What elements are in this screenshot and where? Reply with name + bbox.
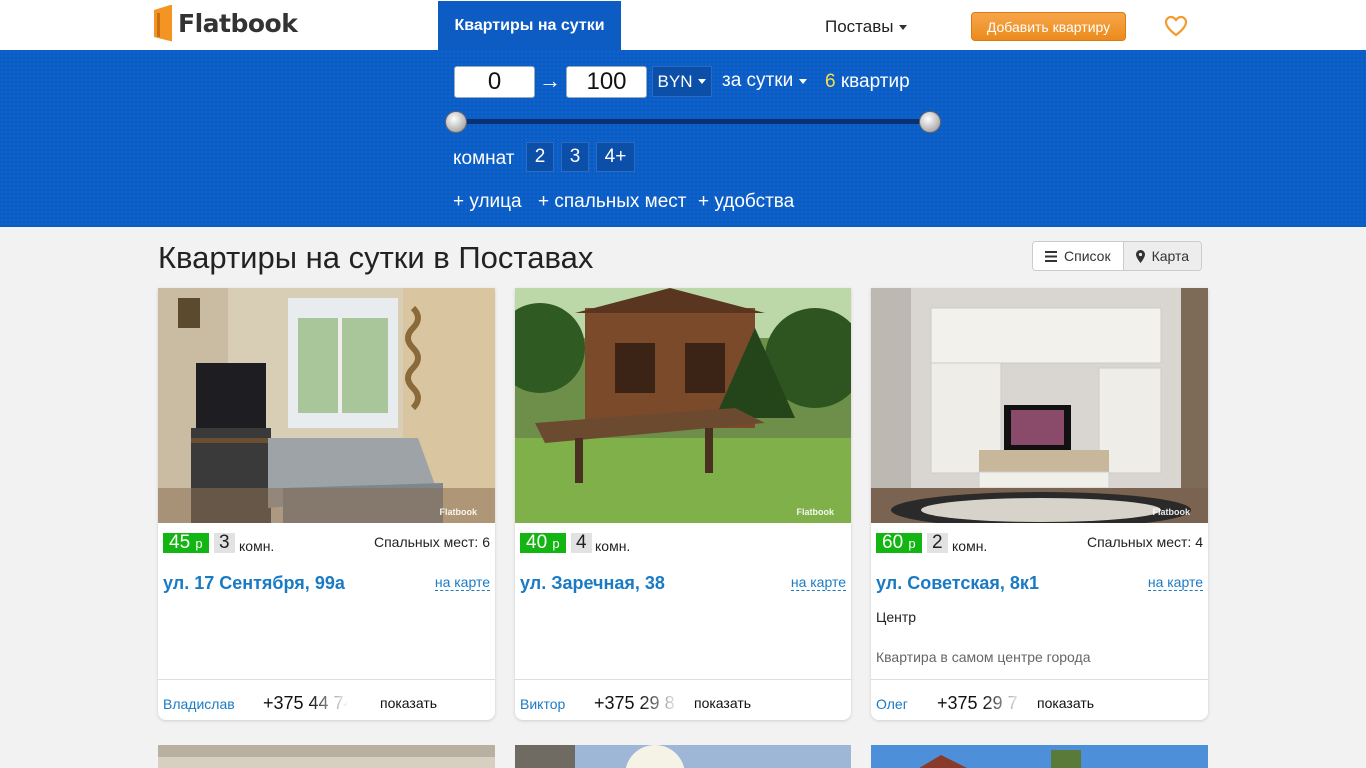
range-arrow: → bbox=[539, 68, 561, 93]
show-phone-button[interactable]: показать bbox=[1037, 695, 1094, 711]
show-on-map-link[interactable]: на карте bbox=[790, 574, 846, 591]
city-dropdown[interactable]: Поставы bbox=[825, 17, 908, 37]
listing-photo[interactable]: Flatbook bbox=[871, 288, 1208, 523]
price-value: 60 bbox=[882, 532, 904, 553]
top-bar: Flatbook Квартиры на сутки Поставы Добав… bbox=[0, 0, 1366, 50]
map-marker-icon bbox=[1135, 249, 1145, 263]
add-apartment-button[interactable]: Добавить квартиру bbox=[971, 12, 1126, 41]
results-count-number: 6 bbox=[825, 71, 836, 92]
listing-card[interactable]: Flatbook 40 р 4 комн. ул. Заречная, 38 н… bbox=[515, 288, 851, 720]
logo[interactable]: Flatbook bbox=[154, 4, 298, 42]
listing-card[interactable]: Flatbook 60 р 2 комн. Спальных мест: 4 у… bbox=[871, 288, 1208, 720]
view-toggle: Список Карта bbox=[1032, 241, 1203, 271]
price-currency: р bbox=[195, 536, 203, 551]
heart-icon[interactable] bbox=[1164, 15, 1188, 37]
show-on-map-link[interactable]: на карте bbox=[1147, 574, 1203, 591]
map-view-button[interactable]: Карта bbox=[1122, 242, 1202, 270]
show-phone-button[interactable]: показать bbox=[380, 695, 437, 711]
watermark: Flatbook bbox=[796, 507, 835, 517]
price-value: 40 bbox=[526, 532, 548, 553]
results-count-label: квартир bbox=[840, 71, 910, 92]
price-slider-fill bbox=[456, 119, 930, 124]
rooms-count: 4 bbox=[571, 533, 592, 553]
list-view-label: Список bbox=[1064, 248, 1111, 264]
listing-description: Квартира в самом центре города bbox=[876, 649, 1091, 665]
rooms-count: 3 bbox=[214, 533, 235, 553]
price-badge: 40 р bbox=[520, 533, 566, 553]
phone-number: +375 44 74 bbox=[263, 693, 348, 713]
rooms-unit: комн. bbox=[595, 538, 631, 554]
listing-photo[interactable]: Flatbook bbox=[158, 288, 495, 523]
results-count: 6 квартир bbox=[825, 71, 910, 93]
card-divider bbox=[871, 679, 1208, 680]
card-divider bbox=[158, 679, 495, 680]
period-dropdown[interactable]: за сутки bbox=[722, 70, 808, 92]
listing-address[interactable]: ул. 17 Сентября, 99а bbox=[163, 573, 345, 594]
door-logo-icon bbox=[154, 4, 172, 42]
chevron-down-icon bbox=[899, 24, 908, 30]
listing-card-partial[interactable] bbox=[871, 745, 1208, 768]
phone-number: +375 29 7 bbox=[937, 693, 1018, 713]
listing-card[interactable]: Flatbook 45 р 3 комн. Спальных мест: 6 у… bbox=[158, 288, 495, 720]
owner-name[interactable]: Олег bbox=[876, 696, 908, 712]
price-badge: 60 р bbox=[876, 533, 922, 553]
rooms-unit: комн. bbox=[239, 538, 275, 554]
owner-name[interactable]: Владислав bbox=[163, 696, 235, 712]
list-icon bbox=[1045, 250, 1057, 262]
show-on-map-link[interactable]: на карте bbox=[434, 574, 490, 591]
watermark: Flatbook bbox=[439, 507, 478, 517]
price-max-input[interactable]: 100 bbox=[566, 66, 647, 98]
beds-count: Спальных мест: 6 bbox=[373, 534, 490, 550]
listing-card-partial[interactable] bbox=[515, 745, 851, 768]
add-beds-filter[interactable]: + спальных мест bbox=[538, 191, 686, 213]
chevron-down-icon bbox=[698, 79, 707, 84]
rooms-option-2[interactable]: 2 bbox=[526, 142, 554, 172]
list-view-button[interactable]: Список bbox=[1033, 242, 1123, 270]
price-value: 45 bbox=[169, 532, 191, 553]
add-street-filter[interactable]: + улица bbox=[453, 191, 522, 213]
rooms-option-3[interactable]: 3 bbox=[561, 142, 589, 172]
add-amenities-filter[interactable]: + удобства bbox=[698, 191, 794, 213]
watermark: Flatbook bbox=[1152, 507, 1191, 517]
price-currency: р bbox=[552, 536, 560, 551]
owner-name[interactable]: Виктор bbox=[520, 696, 565, 712]
logo-text: Flatbook bbox=[178, 8, 298, 38]
rooms-unit: комн. bbox=[952, 538, 988, 554]
price-min-input[interactable]: 0 bbox=[454, 66, 535, 98]
show-phone-button[interactable]: показать bbox=[694, 695, 751, 711]
rooms-option-4plus[interactable]: 4+ bbox=[596, 142, 635, 172]
filter-panel: 0 → 100 BYN за сутки 6 квартир комнат 2 … bbox=[0, 50, 1366, 227]
rooms-label: комнат bbox=[453, 148, 515, 169]
beds-count: Спальных мест: 4 bbox=[1086, 534, 1203, 550]
nav-tab-apartments[interactable]: Квартиры на сутки bbox=[438, 1, 621, 50]
listing-district: Центр bbox=[876, 609, 917, 625]
listing-address[interactable]: ул. Заречная, 38 bbox=[520, 573, 665, 594]
period-label: за сутки bbox=[722, 70, 794, 91]
currency-label: BYN bbox=[657, 71, 693, 91]
listing-card-partial[interactable] bbox=[158, 745, 495, 768]
city-label: Поставы bbox=[825, 17, 894, 36]
rooms-count: 2 bbox=[927, 533, 948, 553]
currency-dropdown[interactable]: BYN bbox=[652, 66, 712, 97]
price-slider-max-handle[interactable] bbox=[919, 111, 941, 133]
page-title: Квартиры на сутки в Поставах bbox=[158, 240, 594, 275]
card-divider bbox=[515, 679, 851, 680]
chevron-down-icon bbox=[799, 78, 808, 84]
price-slider-min-handle[interactable] bbox=[445, 111, 467, 133]
price-badge: 45 р bbox=[163, 533, 209, 553]
listing-address[interactable]: ул. Советская, 8к1 bbox=[876, 573, 1039, 594]
listing-photo[interactable]: Flatbook bbox=[515, 288, 851, 523]
map-view-label: Карта bbox=[1151, 248, 1190, 264]
phone-number: +375 29 8 bbox=[594, 693, 675, 713]
price-currency: р bbox=[908, 536, 916, 551]
price-slider-track[interactable] bbox=[456, 119, 930, 124]
